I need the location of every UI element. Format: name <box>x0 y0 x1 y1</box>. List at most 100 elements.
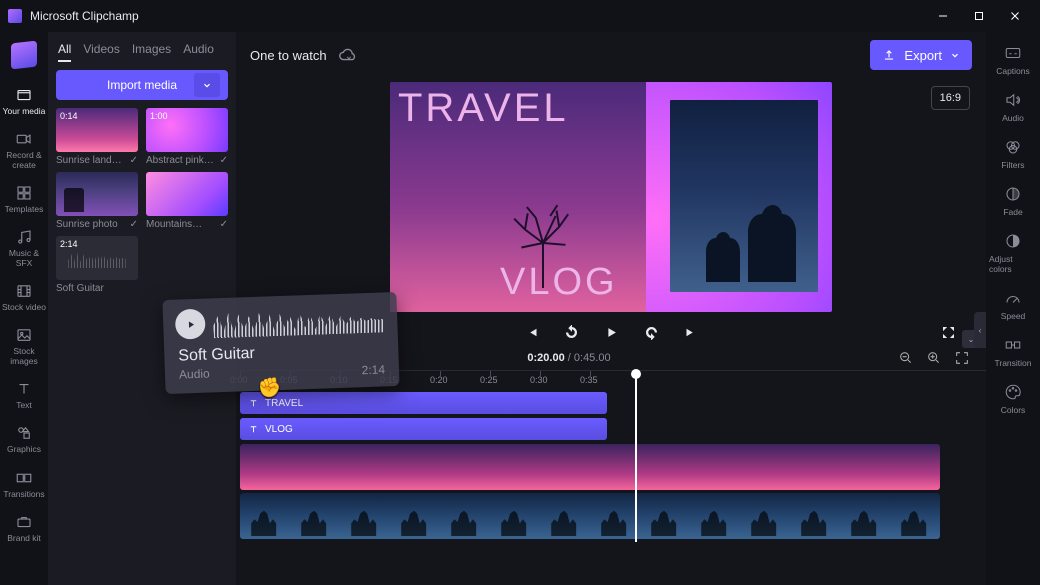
media-thumb: 2:14 <box>56 236 138 280</box>
prop-captions[interactable]: Captions <box>989 40 1037 79</box>
import-media-button[interactable]: Import media <box>56 70 228 100</box>
media-item[interactable]: 0:14 Sunrise land… ✓ <box>56 108 138 166</box>
skip-forward-button[interactable] <box>683 324 699 340</box>
video-track-2[interactable] <box>240 493 940 539</box>
prop-colors[interactable]: Colors <box>989 379 1037 418</box>
preview-text-travel: TRAVEL <box>398 86 569 131</box>
prop-transition[interactable]: Transition <box>989 332 1037 371</box>
nav-templates[interactable]: Templates <box>2 180 46 218</box>
media-tab-videos[interactable]: Videos <box>83 42 119 62</box>
text-clip-vlog[interactable]: VLOG <box>240 418 607 440</box>
app-logo-icon <box>8 9 22 23</box>
video-frame <box>890 444 940 490</box>
rewind-button[interactable] <box>563 324 579 340</box>
media-tab-images[interactable]: Images <box>132 42 171 62</box>
video-frame <box>290 444 340 490</box>
zoom-out-button[interactable] <box>898 350 914 366</box>
maximize-button[interactable] <box>972 9 986 23</box>
total-time: 0:45.00 <box>574 352 611 364</box>
skip-back-button[interactable] <box>523 324 539 340</box>
import-dropdown-button[interactable] <box>194 73 220 97</box>
video-preview[interactable]: TRAVEL VLOG <box>390 82 832 312</box>
grab-cursor-icon: ✊ <box>257 375 282 400</box>
forward-button[interactable] <box>643 324 659 340</box>
check-icon: ✓ <box>130 219 138 230</box>
text-clip-travel[interactable]: TRAVEL <box>240 392 607 414</box>
check-icon: ✓ <box>220 155 228 166</box>
nav-text[interactable]: Text <box>2 376 46 414</box>
close-button[interactable] <box>1008 9 1022 23</box>
media-thumb <box>146 172 228 216</box>
media-grid: 0:14 Sunrise land… ✓ 1:00 Abstract pink…✓… <box>56 108 228 294</box>
video-frame <box>690 493 740 539</box>
drag-play-button[interactable] <box>175 309 206 340</box>
templates-icon <box>14 183 34 203</box>
media-tab-all[interactable]: All <box>58 42 71 62</box>
video-frame <box>590 493 640 539</box>
preview-text-vlog: VLOG <box>500 261 618 304</box>
nav-label: Stock video <box>2 303 46 312</box>
nav-label: Stock images <box>2 347 46 366</box>
nav-transitions[interactable]: Transitions <box>2 465 46 503</box>
video-frame <box>640 444 690 490</box>
media-item[interactable]: 1:00 Abstract pink…✓ <box>146 108 228 166</box>
left-nav-rail: Your media Record & create Templates Mus… <box>0 32 48 585</box>
nav-stock-images[interactable]: Stock images <box>2 322 46 370</box>
film-icon <box>14 281 34 301</box>
nav-label: Record & create <box>2 151 46 170</box>
video-frame <box>840 444 890 490</box>
timeline-tracks[interactable]: TRAVEL VLOG <box>236 388 986 542</box>
prop-audio[interactable]: Audio <box>989 87 1037 126</box>
transition-icon <box>1002 334 1024 356</box>
chevron-down-icon <box>202 80 212 90</box>
video-frame <box>490 493 540 539</box>
video-frame <box>440 444 490 490</box>
video-frame <box>240 444 290 490</box>
media-thumb: 0:14 <box>56 108 138 152</box>
media-thumb <box>56 172 138 216</box>
video-frame <box>690 444 740 490</box>
video-frame <box>240 493 290 539</box>
nav-graphics[interactable]: Graphics <box>2 420 46 458</box>
upload-icon <box>882 48 896 62</box>
media-name: Sunrise land… <box>56 155 122 166</box>
nav-brand-kit[interactable]: Brand kit <box>2 509 46 547</box>
export-button[interactable]: Export <box>870 40 972 70</box>
aspect-ratio-button[interactable]: 16:9 <box>931 86 970 110</box>
playhead[interactable] <box>635 370 637 542</box>
zoom-in-button[interactable] <box>926 350 942 366</box>
video-frame <box>540 444 590 490</box>
right-panel-handle[interactable]: ‹ <box>974 312 986 348</box>
prop-speed[interactable]: Speed <box>989 285 1037 324</box>
zoom-fit-button[interactable] <box>954 350 970 366</box>
waveform-icon <box>68 248 125 268</box>
project-name[interactable]: One to watch <box>250 48 327 63</box>
nav-label: Music & SFX <box>2 249 46 268</box>
prop-fade[interactable]: Fade <box>989 181 1037 220</box>
media-name: Mountains… <box>146 219 202 230</box>
video-frame <box>590 444 640 490</box>
drag-clip-type: Audio <box>179 367 210 382</box>
media-tab-audio[interactable]: Audio <box>183 42 214 62</box>
nav-music-sfx[interactable]: Music & SFX <box>2 224 46 272</box>
nav-your-media[interactable]: Your media <box>2 82 46 120</box>
nav-label: Transitions <box>3 490 44 499</box>
play-button[interactable] <box>603 324 619 340</box>
check-icon: ✓ <box>130 155 138 166</box>
media-item[interactable]: 2:14 Soft Guitar <box>56 236 138 294</box>
media-item[interactable]: Sunrise photo✓ <box>56 172 138 230</box>
prop-adjust-colors[interactable]: Adjust colors <box>989 228 1037 277</box>
media-item[interactable]: Mountains… ✓ <box>146 172 228 230</box>
preview-inset-image <box>670 100 818 292</box>
cloud-sync-icon <box>337 44 359 66</box>
media-icon <box>14 85 34 105</box>
check-icon: ✓ <box>220 219 228 230</box>
video-track-1[interactable] <box>240 444 940 490</box>
editor-topbar: One to watch Export <box>236 32 986 78</box>
minimize-button[interactable] <box>936 9 950 23</box>
fullscreen-button[interactable] <box>940 324 956 340</box>
people-silhouette-icon <box>688 162 798 282</box>
nav-stock-video[interactable]: Stock video <box>2 278 46 316</box>
nav-record-create[interactable]: Record & create <box>2 126 46 174</box>
prop-filters[interactable]: Filters <box>989 134 1037 173</box>
